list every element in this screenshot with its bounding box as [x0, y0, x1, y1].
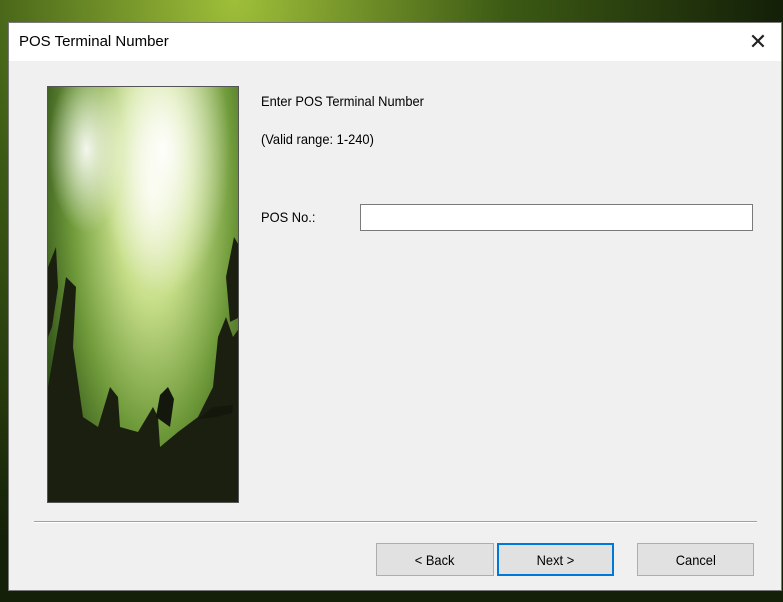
back-button[interactable]: < Back: [376, 543, 494, 576]
close-icon: ✕: [748, 29, 768, 54]
title-bar: POS Terminal Number ✕: [9, 23, 781, 61]
pos-terminal-dialog: POS Terminal Number ✕ Enter POS Terminal…: [8, 22, 782, 591]
next-button[interactable]: Next >: [497, 543, 614, 576]
back-button-label: < Back: [415, 551, 455, 568]
concert-banner-image: [47, 86, 239, 503]
cancel-button-label: Cancel: [675, 551, 716, 568]
next-button-label: Next >: [536, 551, 575, 568]
close-button[interactable]: ✕: [735, 23, 781, 61]
pos-number-label: POS No.:: [261, 209, 316, 225]
button-divider: [34, 521, 757, 523]
dialog-title: POS Terminal Number: [19, 33, 169, 50]
heading-text: Enter POS Terminal Number: [261, 93, 424, 109]
cancel-button[interactable]: Cancel: [637, 543, 754, 576]
valid-range-text: (Valid range: 1-240): [261, 131, 374, 147]
pos-number-input[interactable]: [360, 204, 753, 231]
